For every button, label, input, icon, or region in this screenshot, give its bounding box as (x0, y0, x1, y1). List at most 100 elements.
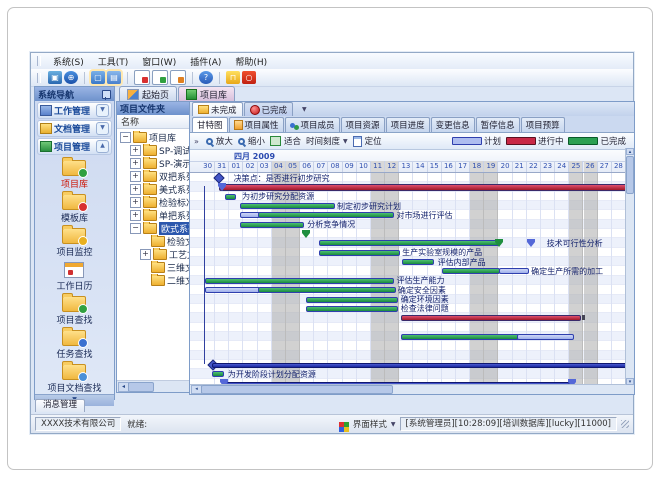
timeline-day: 19 (484, 161, 498, 172)
gantt-bar[interactable] (205, 287, 259, 293)
gantt-bar[interactable] (401, 315, 582, 321)
layout-icon[interactable]: ▤ (107, 71, 121, 84)
folder-window-icon[interactable]: ▢ (91, 71, 105, 84)
sidebar-group-0[interactable]: 工作管理▼ (37, 102, 112, 119)
gantt-bar[interactable] (240, 222, 304, 228)
scroll-thumb[interactable] (201, 385, 393, 394)
expand-box-icon[interactable]: + (130, 197, 141, 208)
tab-项目预算[interactable]: 项目预算 (521, 117, 565, 132)
sidebar-group-1[interactable]: 文档管理 ▼ (37, 120, 112, 137)
tab-甘特图[interactable]: 甘特图 (192, 117, 228, 132)
milestone-arrow-icon[interactable] (220, 379, 228, 382)
subtab-未完成[interactable]: 未完成 (192, 102, 243, 116)
overflow-chevron[interactable]: » (194, 137, 199, 146)
sidebar-item-4[interactable]: 项目查找 (56, 292, 92, 326)
tab-项目库[interactable]: 项目库 (178, 86, 235, 101)
expand-box-icon[interactable]: + (130, 184, 141, 195)
tab-message-management[interactable]: 消息管理 (35, 399, 85, 412)
chevron-icon[interactable]: ▼ (96, 104, 109, 117)
expand-box-icon[interactable]: + (130, 158, 141, 169)
button-放大[interactable]: 放大 (206, 135, 233, 147)
pin-icon[interactable] (102, 90, 111, 99)
gantt-bar[interactable] (402, 259, 434, 265)
button-缩小[interactable]: 缩小 (238, 135, 265, 147)
globe-icon[interactable]: ⊕ (64, 71, 78, 84)
sidebar-item-3[interactable]: 工作日历 (56, 258, 92, 292)
gantt-bar[interactable] (240, 212, 260, 218)
gantt-horizontal-scrollbar[interactable]: ◂ (190, 384, 634, 394)
chevron-icon[interactable]: ▼ (96, 122, 109, 135)
expand-box-icon[interactable]: + (130, 171, 141, 182)
menu-item-0[interactable]: 系统(S) (46, 54, 91, 69)
menu-item-3[interactable]: 插件(A) (183, 54, 228, 69)
collapse-box-icon[interactable]: − (120, 132, 131, 143)
gantt-chart: 决策点：是否进行初步研究为初步研究分配资源制定初步研究计划对市场进行评估分析竞争… (190, 173, 634, 384)
menu-item-1[interactable]: 工具(T) (91, 54, 136, 69)
tab-项目资源[interactable]: 项目资源 (341, 117, 385, 132)
gantt-bar[interactable] (499, 268, 529, 274)
gantt-bar[interactable] (319, 250, 400, 256)
milestone-arrow-icon[interactable] (218, 183, 226, 186)
gantt-bar[interactable] (212, 363, 628, 368)
schedule-orange-icon[interactable] (170, 70, 186, 85)
tab-变更信息[interactable]: 变更信息 (431, 117, 475, 132)
menu-item-2[interactable]: 窗口(W) (135, 54, 183, 69)
expand-box-icon[interactable]: + (130, 145, 141, 156)
power-icon[interactable]: ○ (242, 71, 256, 84)
tab-项目属性[interactable]: 项目属性 (229, 117, 284, 132)
chevron-down-icon[interactable]: ▼ (391, 421, 396, 428)
tab-暂停信息[interactable]: 暂停信息 (476, 117, 520, 132)
milestone-arrow-icon[interactable] (495, 239, 503, 242)
expand-box-icon[interactable]: + (140, 249, 151, 260)
collapse-box-icon[interactable]: − (130, 223, 141, 234)
tab-项目进度[interactable]: 项目进度 (386, 117, 430, 132)
tab-起始页[interactable]: 起始页 (119, 86, 177, 101)
gantt-bar[interactable] (212, 371, 224, 377)
chevron-down-icon[interactable]: ▼ (302, 106, 307, 113)
gantt-toolbar: »放大缩小适合时间刻度▼定位计划进行中已完成 (190, 133, 634, 150)
tab-项目成员[interactable]: 项目成员 (285, 117, 340, 132)
menu-item-4[interactable]: 帮助(H) (228, 54, 274, 69)
gantt-bar[interactable] (258, 287, 396, 293)
scroll-down-icon[interactable]: ▾ (626, 378, 634, 385)
sidebar-item-0[interactable]: 项目库 (61, 156, 88, 190)
gantt-bar[interactable] (306, 306, 399, 312)
sidebar-item-1[interactable]: 模板库 (61, 190, 88, 224)
schedule-green-icon[interactable] (152, 70, 168, 85)
button-时间刻度[interactable]: 时间刻度▼ (306, 135, 348, 147)
sidebar-item-6[interactable]: 项目文档查找 (47, 360, 101, 394)
milestone-arrow-icon[interactable] (568, 379, 576, 382)
gantt-bar[interactable] (219, 184, 628, 191)
app-window: 系统(S)工具(T)窗口(W)插件(A)帮助(H) ▣⊕▢▤?⊓○ 系统导航 工… (30, 52, 634, 434)
gantt-bar[interactable] (306, 297, 399, 303)
scroll-thumb[interactable] (128, 382, 154, 392)
sidebar-item-5[interactable]: 任务查找 (56, 326, 92, 360)
gantt-bar[interactable] (225, 194, 236, 200)
button-定位[interactable]: 定位 (353, 135, 382, 147)
gantt-bar[interactable] (401, 334, 519, 340)
resize-grip[interactable] (621, 420, 629, 428)
schedule-red-icon[interactable] (134, 70, 150, 85)
gantt-vertical-scrollbar[interactable]: ▴ ▾ (625, 148, 634, 385)
lock-icon[interactable]: ⊓ (226, 71, 240, 84)
gantt-bar[interactable] (240, 203, 335, 209)
gantt-bar[interactable] (442, 268, 501, 274)
sidebar-group-label: 文档管理 (54, 122, 90, 135)
milestone-arrow-icon[interactable] (302, 230, 310, 233)
screen-icon[interactable]: ▣ (48, 71, 62, 84)
scroll-thumb[interactable] (626, 156, 634, 194)
expand-box-icon[interactable]: + (130, 210, 141, 221)
milestone-arrow-icon[interactable] (527, 239, 535, 242)
subtab-已完成[interactable]: 已完成 (244, 102, 294, 116)
statusbar-style-button[interactable]: 界面样式 (353, 418, 387, 430)
scroll-up-icon[interactable]: ▴ (626, 148, 634, 155)
gantt-bar[interactable] (517, 334, 574, 340)
gantt-bar[interactable] (319, 240, 501, 246)
button-适合[interactable]: 适合 (270, 135, 301, 147)
sidebar-item-2[interactable]: 项目监控 (56, 224, 92, 258)
gantt-bar[interactable] (205, 278, 394, 284)
sidebar-group-2[interactable]: 项目管理▲ (37, 138, 112, 155)
chevron-icon[interactable]: ▲ (96, 140, 109, 153)
gantt-bar[interactable] (258, 212, 395, 218)
help-icon[interactable]: ? (199, 71, 213, 84)
